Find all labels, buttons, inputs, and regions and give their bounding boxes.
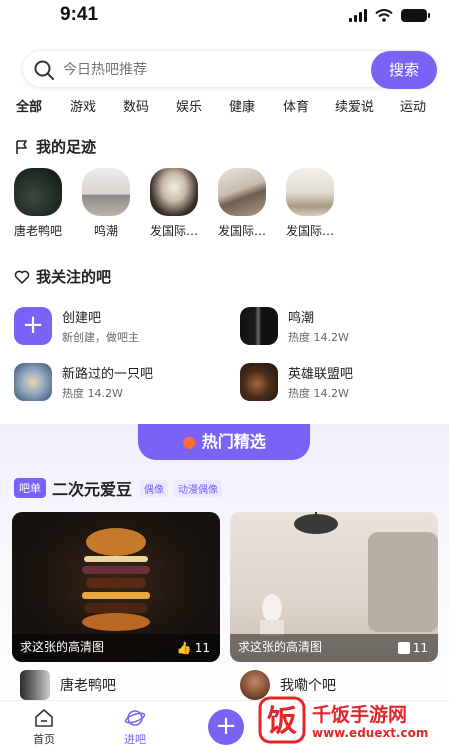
thumb-up-icon: 👍: [176, 641, 192, 655]
like-icon: [397, 642, 410, 654]
svg-text:饭: 饭: [267, 704, 297, 739]
like-count[interactable]: 11: [397, 641, 428, 655]
post-author[interactable]: 唐老鸭吧: [20, 670, 116, 700]
followed-item-thumbnail: [240, 307, 278, 345]
category-tab-sports[interactable]: 体育: [283, 96, 309, 115]
footprint-item[interactable]: 发国际…: [141, 168, 207, 239]
followed-item-name: 创建吧: [62, 311, 102, 326]
fire-icon: ●: [182, 432, 197, 451]
wifi-icon: [375, 9, 393, 22]
author-name: 我嘞个吧: [280, 678, 336, 694]
category-tab-exercise[interactable]: 运动: [400, 96, 426, 115]
home-icon: [35, 709, 53, 727]
footprints-list: 唐老鸭吧 鸣潮 发国际… 发国际… 发国际…: [0, 168, 449, 248]
footprint-item[interactable]: 鸣潮: [73, 168, 139, 239]
followed-item-name: 新路过的一只吧: [62, 367, 154, 382]
tab-bar-label: 进吧: [124, 733, 146, 746]
footprints-header: 我的足迹: [14, 136, 96, 157]
followed-item-sub: 热度 14.2W: [62, 387, 123, 400]
card-caption: 求这张的高清图: [238, 640, 323, 654]
like-count-value: 11: [412, 641, 428, 655]
list-title[interactable]: 二次元爱豆: [52, 476, 132, 500]
followed-item-thumbnail: [14, 363, 52, 401]
followed-item[interactable]: 新路过的一只吧 热度 14.2W: [14, 363, 153, 401]
footprint-label: 发国际…: [217, 224, 266, 238]
footprint-label: 唐老鸭吧: [13, 224, 62, 238]
footprint-thumbnail: [150, 168, 198, 216]
tab-home[interactable]: 首页: [24, 707, 64, 747]
followed-item-name: 英雄联盟吧: [288, 367, 354, 382]
followed-item[interactable]: + 创建吧 新创建，做吧主: [14, 307, 139, 345]
category-tab-all[interactable]: 全部: [16, 96, 42, 115]
topic-tag[interactable]: 偶像: [140, 480, 168, 497]
footprint-thumbnail: [82, 168, 130, 216]
flag-icon: [16, 139, 27, 154]
status-bar: 9:41: [0, 0, 449, 36]
card-caption: 求这张的高清图: [20, 640, 105, 654]
like-count-value: 11: [194, 641, 210, 655]
tab-home-label: 首页: [33, 733, 55, 746]
category-tab-love-talk[interactable]: 续爱说: [335, 96, 374, 115]
heart-icon: [14, 270, 30, 284]
followed-item[interactable]: 英雄联盟吧 热度 14.2W: [240, 363, 353, 401]
avatar: [20, 670, 50, 700]
followed-item-thumbnail: [240, 363, 278, 401]
footprint-thumbnail: [218, 168, 266, 216]
footprint-label: 发国际…: [285, 224, 334, 238]
hot-picks-label: 热门精选: [201, 432, 266, 451]
signal-icon: [349, 9, 367, 22]
search-input[interactable]: [63, 59, 343, 81]
followed-item-sub: 新创建，做吧主: [62, 331, 139, 344]
footprint-thumbnail: [14, 168, 62, 216]
category-tab-health[interactable]: 健康: [229, 96, 255, 115]
footprints-title: 我的足迹: [36, 138, 97, 156]
search-button[interactable]: 搜索: [371, 51, 437, 89]
battery-icon: [401, 9, 430, 22]
followed-item[interactable]: 鸣潮 热度 14.2W: [240, 307, 349, 345]
footprint-item[interactable]: 发国际…: [209, 168, 275, 239]
create-post-button[interactable]: +: [208, 709, 244, 745]
tab-bar[interactable]: 进吧: [115, 707, 155, 747]
watermark-text: 千饭手游网: [312, 704, 408, 726]
status-icons: [349, 9, 430, 22]
topic-tag[interactable]: 动漫偶像: [174, 480, 222, 497]
followed-item-name: 鸣潮: [288, 311, 315, 326]
footprint-thumbnail: [286, 168, 334, 216]
create-bar-icon: +: [14, 307, 52, 345]
followed-item-sub: 热度 14.2W: [288, 331, 349, 344]
list-badge: 吧单: [14, 478, 46, 498]
followed-title: 我关注的吧: [36, 268, 112, 286]
category-tabs: 全部 游戏 数码 娱乐 健康 体育 续爱说 运动: [0, 96, 449, 120]
followed-item-sub: 热度 14.2W: [288, 387, 349, 400]
watermark-logo: 饭: [258, 696, 306, 744]
planet-icon: [124, 710, 146, 726]
site-watermark: 饭 千饭手游网 www.eduext.com: [256, 694, 449, 750]
post-card[interactable]: 求这张的高清图 👍 11: [12, 512, 220, 662]
footprint-item[interactable]: 发国际…: [277, 168, 343, 239]
footprint-label: 发国际…: [149, 224, 198, 238]
category-tab-digital[interactable]: 数码: [123, 96, 149, 115]
status-time: 9:41: [60, 4, 99, 25]
search-icon: [34, 60, 54, 80]
watermark-url: www.eduext.com: [312, 726, 429, 740]
author-name: 唐老鸭吧: [60, 678, 116, 694]
hot-picks-tab[interactable]: ● 热门精选: [138, 424, 310, 460]
footprint-label: 鸣潮: [93, 224, 118, 238]
footprint-item[interactable]: 唐老鸭吧: [5, 168, 71, 239]
like-count[interactable]: 👍 11: [177, 641, 210, 655]
followed-header: 我关注的吧: [14, 266, 111, 287]
post-card[interactable]: 求这张的高清图 11: [230, 512, 438, 662]
category-tab-entertainment[interactable]: 娱乐: [176, 96, 202, 115]
category-tab-games[interactable]: 游戏: [70, 96, 96, 115]
search-bar: 搜索: [22, 50, 438, 89]
